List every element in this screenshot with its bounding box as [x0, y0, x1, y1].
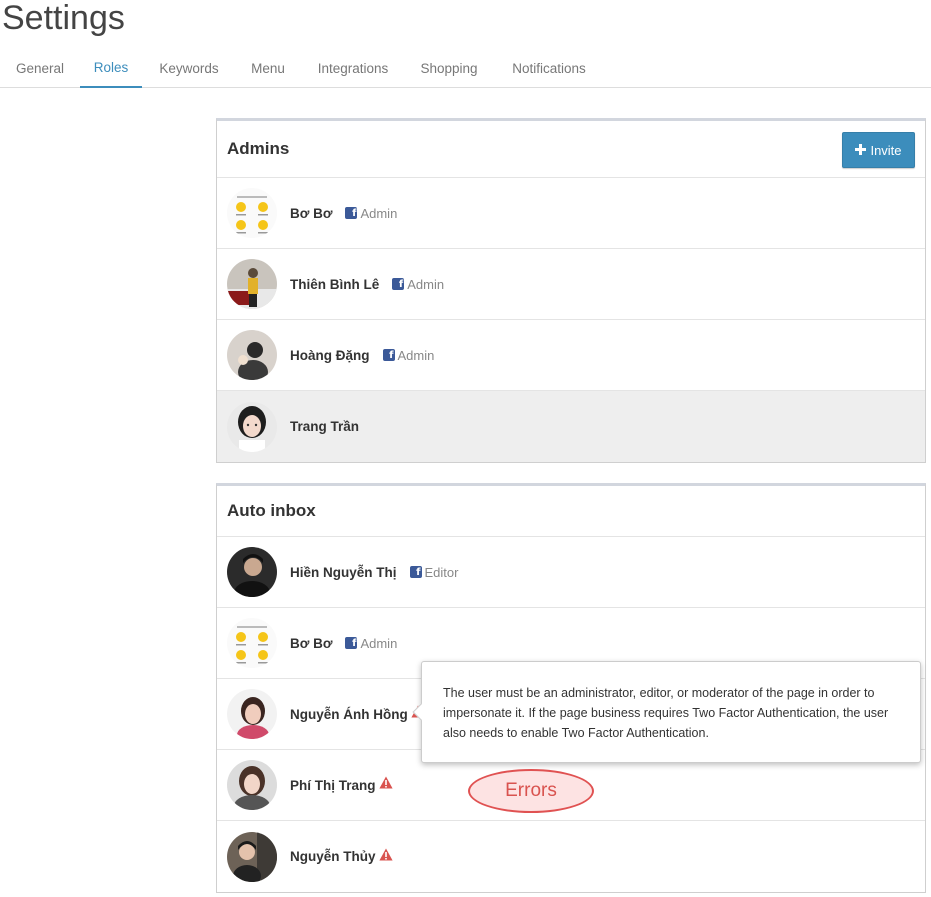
member-row[interactable]: Thiên Bình Lê f Admin — [217, 249, 925, 320]
admins-header: Admins Invite — [217, 121, 925, 178]
member-role: f Admin — [382, 347, 435, 363]
member-row[interactable]: Hiền Nguyễn Thị f Editor — [217, 537, 925, 608]
auto-inbox-title: Auto inbox — [227, 501, 316, 520]
tab-keywords[interactable]: Keywords — [142, 48, 236, 88]
role-label: Admin — [360, 635, 398, 651]
facebook-icon: f — [345, 637, 358, 649]
avatar — [227, 547, 277, 597]
invite-button[interactable]: Invite — [842, 132, 915, 168]
member-name: Phí Thị Trang — [290, 777, 376, 793]
member-role: f Admin — [345, 206, 397, 221]
auto-inbox-header: Auto inbox — [217, 486, 925, 537]
avatar — [227, 330, 277, 380]
role-label: Editor — [424, 564, 459, 580]
member-name: Bơ Bơ — [290, 205, 333, 221]
avatar — [227, 689, 277, 739]
warning-icon[interactable] — [378, 776, 393, 794]
admins-title: Admins — [227, 139, 290, 158]
member-row[interactable]: Bơ Bơ f Admin — [217, 178, 925, 249]
member-role: f Admin — [345, 636, 397, 651]
facebook-icon: f — [392, 278, 405, 290]
member-name: Hiền Nguyễn Thị — [290, 564, 397, 580]
role-label: Admin — [397, 347, 435, 363]
role-label: Admin — [360, 205, 398, 221]
member-row[interactable]: Nguyễn Thủy — [217, 821, 925, 892]
invite-label: Invite — [870, 142, 902, 158]
facebook-icon: f — [409, 566, 422, 578]
tab-integrations[interactable]: Integrations — [300, 48, 406, 88]
avatar — [227, 259, 277, 309]
avatar — [227, 831, 277, 882]
member-name: Trang Trần — [290, 419, 360, 434]
tab-menu[interactable]: Menu — [236, 48, 300, 88]
tooltip-text: The user must be an administrator, edito… — [443, 686, 889, 740]
member-role: f Editor — [409, 564, 459, 580]
avatar — [227, 401, 277, 452]
warning-icon[interactable] — [378, 848, 393, 866]
member-row[interactable]: Hoàng Đặng f Admin — [217, 320, 925, 391]
tab-roles[interactable]: Roles — [80, 48, 142, 88]
role-label: Admin — [407, 276, 445, 292]
member-name: Thiên Bình Lê — [290, 276, 380, 292]
member-name: Nguyễn Ánh Hồng — [290, 706, 408, 722]
member-name: Hoàng Đặng — [290, 347, 370, 363]
facebook-icon: f — [382, 349, 395, 361]
warning-tooltip: The user must be an administrator, edito… — [412, 661, 921, 763]
tab-shopping[interactable]: Shopping — [406, 48, 492, 88]
avatar — [227, 618, 277, 668]
admins-card: Admins Invite Bơ Bơ f Admin Thiên Bình L… — [216, 118, 926, 463]
tab-notifications[interactable]: Notifications — [492, 48, 606, 88]
plus-icon — [855, 143, 867, 158]
settings-tabs: General Roles Keywords Menu Integrations… — [0, 48, 931, 88]
page-title: Settings — [2, 0, 125, 37]
member-name: Bơ Bơ — [290, 635, 333, 651]
errors-annotation: Errors — [468, 769, 594, 813]
member-name: Nguyễn Thủy — [290, 849, 376, 864]
tab-general[interactable]: General — [0, 48, 80, 88]
member-role: f Admin — [392, 277, 444, 292]
member-row[interactable]: Trang Trần — [217, 391, 925, 462]
facebook-icon: f — [345, 207, 358, 219]
avatar — [227, 760, 277, 810]
avatar — [227, 188, 277, 238]
